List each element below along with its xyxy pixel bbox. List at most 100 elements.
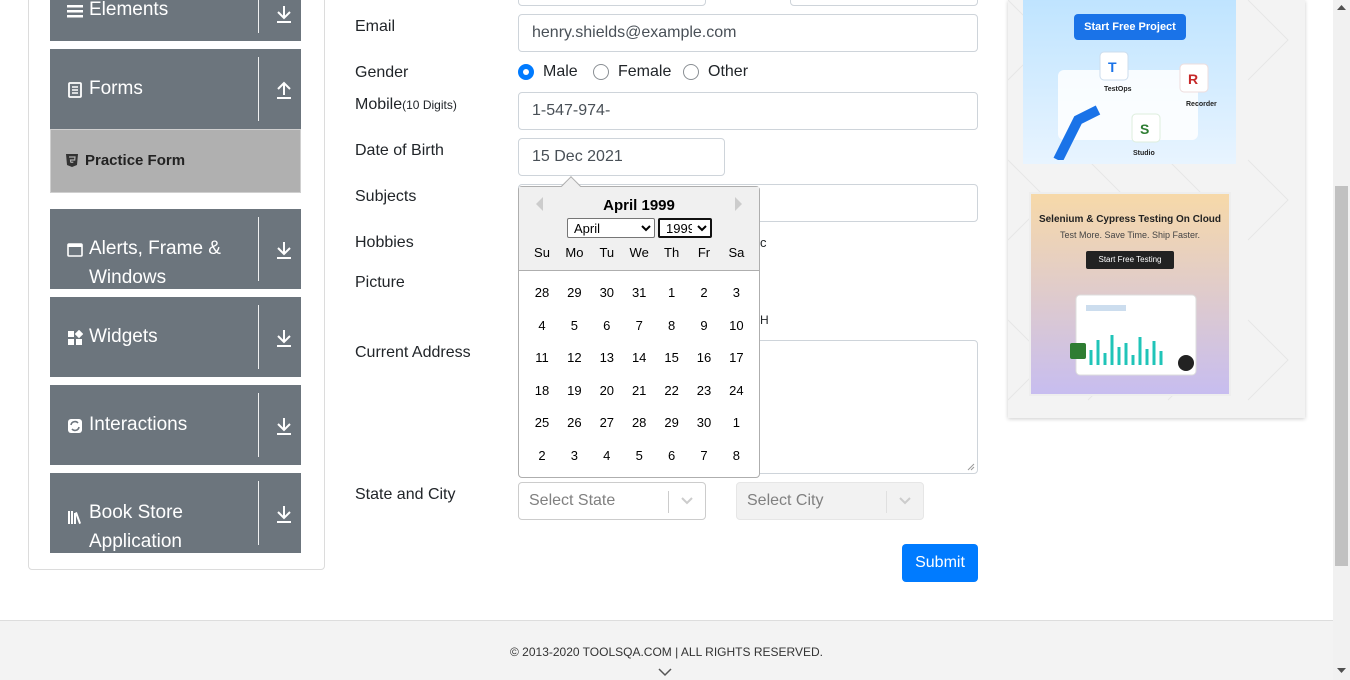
city-select[interactable]: Select City bbox=[736, 482, 924, 520]
calendar-day[interactable]: 20 bbox=[591, 383, 623, 398]
calendar-day[interactable]: 26 bbox=[558, 415, 590, 430]
calendar-day[interactable]: 12 bbox=[558, 350, 590, 365]
chevron-down-icon[interactable] bbox=[658, 667, 672, 677]
divider bbox=[258, 57, 259, 121]
calendar-day[interactable]: 30 bbox=[688, 415, 720, 430]
footer-copyright: © 2013-2020 TOOLSQA.COM | ALL RIGHTS RES… bbox=[510, 645, 823, 659]
svg-text:R: R bbox=[1188, 71, 1198, 87]
download-arrow-icon bbox=[277, 330, 291, 347]
svg-text:S: S bbox=[1140, 121, 1149, 137]
calendar-day[interactable]: 7 bbox=[623, 318, 655, 333]
calendar-day[interactable]: 9 bbox=[688, 318, 720, 333]
mobile-label-text: Mobile bbox=[355, 96, 403, 113]
calendar-day[interactable]: 8 bbox=[720, 448, 752, 463]
start-free-project-button[interactable]: Start Free Project bbox=[1074, 14, 1186, 40]
email-input[interactable]: henry.shields@example.com bbox=[518, 14, 978, 52]
ad-label-recorder: Recorder bbox=[1186, 101, 1217, 108]
submit-button[interactable]: Submit bbox=[902, 544, 978, 582]
calendar-day[interactable]: 10 bbox=[720, 318, 752, 333]
calendar-day[interactable]: 15 bbox=[656, 350, 688, 365]
hobbies-label: Hobbies bbox=[355, 234, 414, 251]
calendar-day[interactable]: 22 bbox=[656, 383, 688, 398]
calendar-day[interactable]: 5 bbox=[623, 448, 655, 463]
calendar-day[interactable]: 24 bbox=[720, 383, 752, 398]
calendar-day[interactable]: 28 bbox=[526, 285, 558, 300]
chevron-down-icon bbox=[681, 497, 693, 505]
calendar-day[interactable]: 25 bbox=[526, 415, 558, 430]
calendar-day[interactable]: 2 bbox=[688, 285, 720, 300]
ad-label-testops: TestOps bbox=[1104, 86, 1132, 93]
divider bbox=[258, 481, 259, 545]
html-icon bbox=[66, 154, 78, 167]
year-select[interactable]: 1999 bbox=[658, 218, 712, 238]
hobbies-option-partial[interactable]: c bbox=[760, 235, 767, 250]
resize-handle-icon[interactable] bbox=[967, 463, 975, 471]
first-name-input[interactable] bbox=[518, 0, 706, 6]
calendar-day[interactable]: 7 bbox=[688, 448, 720, 463]
calendar-day[interactable]: 21 bbox=[623, 383, 655, 398]
state-placeholder: Select State bbox=[529, 492, 616, 509]
sidebar-group-bookstore[interactable]: Book Store Application bbox=[50, 473, 301, 553]
last-name-input[interactable] bbox=[790, 0, 978, 6]
calendar-day[interactable]: 3 bbox=[558, 448, 590, 463]
mobile-input[interactable]: 1-547-974- bbox=[518, 92, 978, 130]
calendar-day[interactable]: 28 bbox=[623, 415, 655, 430]
calendar-day[interactable]: 23 bbox=[688, 383, 720, 398]
weekday-label: Sa bbox=[728, 245, 745, 260]
ad-subtitle: Test More. Save Time. Ship Faster. bbox=[1059, 230, 1201, 240]
radio-selected[interactable] bbox=[518, 64, 534, 80]
weekday-label: We bbox=[629, 245, 649, 260]
divider bbox=[886, 491, 887, 513]
page-scrollbar[interactable] bbox=[1333, 0, 1350, 680]
sidebar-group-label: Forms bbox=[89, 78, 143, 99]
sidebar-group-alerts[interactable]: Alerts, Frame & Windows bbox=[50, 209, 301, 289]
scroll-up-icon[interactable] bbox=[1337, 4, 1346, 10]
ad-title: Selenium & Cypress Testing On Cloud bbox=[1038, 214, 1222, 225]
state-city-label: State and City bbox=[355, 486, 456, 503]
calendar-day[interactable]: 31 bbox=[623, 285, 655, 300]
calendar-day[interactable]: 1 bbox=[720, 415, 752, 430]
calendar-day[interactable]: 18 bbox=[526, 383, 558, 398]
sidebar-group-interactions[interactable]: Interactions bbox=[50, 385, 301, 465]
scrollbar-thumb[interactable] bbox=[1335, 186, 1348, 566]
state-select[interactable]: Select State bbox=[518, 482, 706, 520]
calendar-day[interactable]: 6 bbox=[591, 318, 623, 333]
scroll-down-icon[interactable] bbox=[1337, 668, 1346, 674]
sidebar-group-label-line2: Windows bbox=[89, 267, 167, 288]
calendar-day[interactable]: 17 bbox=[720, 350, 752, 365]
calendar-day[interactable]: 4 bbox=[526, 318, 558, 333]
calendar-day[interactable]: 29 bbox=[656, 415, 688, 430]
radio-unselected[interactable] bbox=[683, 64, 699, 80]
calendar-day[interactable]: 11 bbox=[526, 350, 558, 365]
calendar-day[interactable]: 14 bbox=[623, 350, 655, 365]
gender-label: Gender bbox=[355, 64, 409, 81]
month-select[interactable]: April bbox=[567, 218, 655, 238]
calendar-day[interactable]: 3 bbox=[720, 285, 752, 300]
calendar-day[interactable]: 2 bbox=[526, 448, 558, 463]
sidebar-group-widgets[interactable]: Widgets bbox=[50, 297, 301, 377]
radio-unselected[interactable] bbox=[593, 64, 609, 80]
calendar-day[interactable]: 5 bbox=[558, 318, 590, 333]
calendar-day[interactable]: 6 bbox=[656, 448, 688, 463]
download-arrow-icon bbox=[277, 506, 291, 523]
download-arrow-icon bbox=[277, 6, 291, 23]
calendar-day[interactable]: 13 bbox=[591, 350, 623, 365]
calendar-day[interactable]: 29 bbox=[558, 285, 590, 300]
calendar-day[interactable]: 1 bbox=[656, 285, 688, 300]
sidebar-group-forms[interactable]: Forms bbox=[50, 49, 301, 129]
calendar-day[interactable]: 8 bbox=[656, 318, 688, 333]
calendar-day[interactable]: 16 bbox=[688, 350, 720, 365]
calendar-day[interactable]: 4 bbox=[591, 448, 623, 463]
calendar-day[interactable]: 30 bbox=[591, 285, 623, 300]
datepicker-popup: April 1999 April 1999 Su Mo Tu We Th Fr Sa 28 2… bbox=[518, 176, 760, 478]
sidebar-item-practice-form[interactable]: Practice Form bbox=[50, 129, 301, 193]
hamburger-icon bbox=[67, 5, 83, 18]
start-free-testing-button[interactable]: Start Free Testing bbox=[1086, 251, 1174, 269]
radio-label: Other bbox=[708, 63, 749, 80]
calendar-day[interactable]: 27 bbox=[591, 415, 623, 430]
weekday-label: Su bbox=[534, 245, 550, 260]
calendar-day[interactable]: 19 bbox=[558, 383, 590, 398]
dob-input[interactable]: 15 Dec 2021 bbox=[518, 138, 725, 176]
sidebar-group-elements[interactable]: Elements bbox=[50, 0, 301, 41]
document-icon bbox=[68, 82, 82, 98]
